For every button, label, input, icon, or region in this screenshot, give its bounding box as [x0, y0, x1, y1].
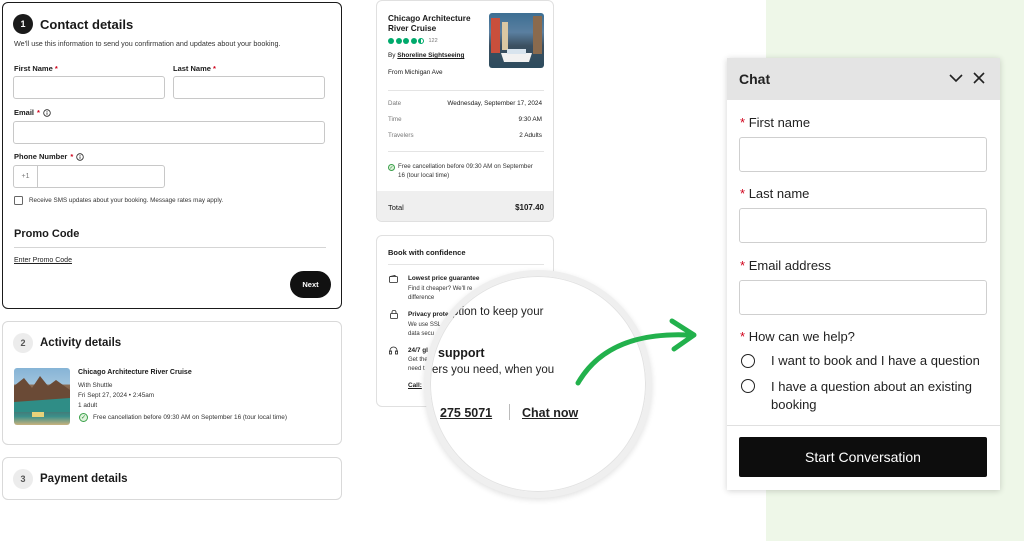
first-name-chat-input[interactable] [739, 137, 987, 172]
start-conversation-button[interactable]: Start Conversation [739, 437, 987, 477]
activity-datetime: Fri Sept 27, 2024 • 2:45am [78, 392, 155, 399]
magnified-separator [509, 404, 510, 420]
rating-count: 122 [428, 38, 438, 44]
info-icon [76, 152, 84, 161]
email-label: Email * [14, 108, 51, 117]
time-label: Time [388, 116, 402, 123]
activity-option: With Shuttle [78, 382, 113, 389]
phone-input[interactable]: +1 [13, 165, 165, 188]
travelers-value: 2 Adults [519, 132, 542, 139]
existing-booking-option[interactable]: I have a question about an existing book… [771, 378, 972, 414]
activity-name: Chicago Architecture River Cruise [78, 369, 192, 376]
rating-dots: 122 [388, 38, 438, 44]
phone-prefix[interactable]: +1 [14, 166, 38, 187]
summary-activity-title: Chicago Architecture River Cruise [388, 14, 471, 33]
contact-details-title: Contact details [40, 16, 134, 32]
promo-code-title: Promo Code [14, 228, 80, 240]
magnified-support-text: ers you need, when you [432, 364, 555, 376]
date-label: Date [388, 100, 402, 107]
price-guarantee-title: Lowest price guarantee [408, 275, 480, 282]
chat-title: Chat [739, 71, 771, 87]
next-button[interactable]: Next [290, 271, 331, 298]
contact-subtitle: We'll use this information to send you c… [14, 39, 281, 48]
payment-details-card[interactable]: 3 Payment details [2, 457, 342, 500]
step-number-2: 2 [13, 333, 33, 353]
order-summary-card: Chicago Architecture River Cruise 122 By… [376, 0, 554, 222]
activity-details-title: Activity details [40, 337, 122, 349]
support-text-2: need t [408, 366, 425, 372]
summary-cancellation-check-icon: ✓ [388, 164, 395, 171]
last-name-label: Last Name * [173, 64, 216, 73]
total-label: Total [388, 203, 404, 212]
step-number-1: 1 [13, 14, 33, 34]
magnified-phone-link[interactable]: 275 5071 [440, 406, 492, 420]
activity-cancellation: Free cancellation before 09:30 AM on Sep… [93, 414, 287, 421]
summary-divider-1 [388, 90, 544, 91]
last-name-chat-label: * Last name [740, 186, 810, 201]
support-text: Get the [408, 357, 428, 363]
support-title: 24/7 gl [408, 347, 428, 354]
total-bar: Total $107.40 [377, 191, 553, 221]
summary-divider-2 [388, 151, 544, 152]
confidence-title: Book with confidence [388, 248, 466, 257]
call-link[interactable]: Call: [408, 382, 422, 389]
chat-panel: Chat * First name * Last name * Email ad… [727, 58, 1000, 490]
date-value: Wednesday, September 17, 2024 [447, 100, 542, 107]
existing-booking-radio[interactable] [741, 379, 755, 393]
close-icon[interactable] [973, 72, 985, 84]
magnified-privacy-text: ption to keep your [452, 306, 544, 318]
chevron-down-icon[interactable] [949, 73, 963, 83]
lock-icon [390, 310, 398, 319]
sms-label: Receive SMS updates about your booking. … [29, 197, 224, 204]
pointer-arrow-icon [575, 318, 697, 386]
first-name-input[interactable] [13, 76, 165, 99]
email-input[interactable] [13, 121, 325, 144]
price-guarantee-text-2: difference [408, 295, 435, 301]
operator-link[interactable]: Shoreline Sightseeing [397, 52, 464, 59]
promo-divider [14, 247, 326, 248]
wallet-icon [389, 275, 398, 283]
privacy-title: Privacy prote [408, 311, 449, 318]
book-question-radio[interactable] [741, 354, 755, 368]
operator-line: By Shoreline Sightseeing [388, 52, 465, 59]
first-name-chat-label: * First name [740, 115, 811, 130]
help-question-label: * How can we help? [740, 329, 855, 344]
chat-now-link[interactable]: Chat now [522, 406, 578, 420]
summary-cancellation: Free cancellation before 09:30 AM on Sep… [398, 163, 533, 179]
info-icon [43, 108, 51, 117]
email-chat-label: * Email address [740, 258, 832, 273]
contact-details-card: 1 Contact details We'll use this informa… [2, 2, 342, 309]
step-number-3: 3 [13, 469, 33, 489]
privacy-text-2: data secu [408, 331, 435, 337]
book-question-option[interactable]: I want to book and I have a question [771, 353, 980, 368]
last-name-input[interactable] [173, 76, 325, 99]
last-name-chat-input[interactable] [739, 208, 987, 243]
privacy-text: We use SSL [408, 322, 442, 328]
headset-icon [389, 346, 398, 355]
price-guarantee-text: Find it cheaper? We'll re [408, 286, 473, 292]
total-value: $107.40 [515, 203, 544, 212]
activity-thumbnail [14, 368, 70, 425]
chat-footer-divider [727, 425, 1000, 426]
payment-details-title: Payment details [40, 473, 128, 485]
phone-label: Phone Number * [14, 152, 84, 161]
departure-point: From Michigan Ave [388, 69, 443, 76]
time-value: 9:30 AM [518, 116, 542, 123]
first-name-label: First Name * [14, 64, 58, 73]
activity-guests: 1 adult [78, 402, 98, 409]
sms-checkbox[interactable] [14, 196, 23, 205]
confidence-divider [388, 264, 544, 265]
chat-header: Chat [727, 58, 1000, 100]
enter-promo-code-link[interactable]: Enter Promo Code [14, 257, 72, 264]
sms-opt-in[interactable]: Receive SMS updates about your booking. … [14, 196, 223, 205]
activity-details-card: 2 Activity details Chicago Architecture … [2, 321, 342, 445]
travelers-label: Travelers [388, 132, 414, 139]
cancellation-check-icon: ✓ [79, 413, 88, 422]
magnified-support-heading: support [438, 346, 485, 360]
summary-thumbnail [489, 13, 544, 68]
email-chat-input[interactable] [739, 280, 987, 315]
